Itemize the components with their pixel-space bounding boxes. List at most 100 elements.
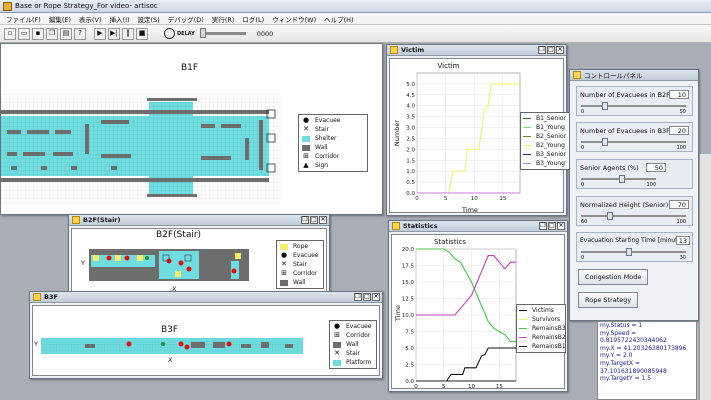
- pause-icon[interactable]: ‖: [122, 27, 134, 40]
- x-tick-label: 0: [414, 384, 418, 390]
- victim-window-title: Victim ❐ □ ✕: [387, 45, 566, 56]
- menu-run[interactable]: 実行(R): [208, 14, 239, 24]
- menu-help[interactable]: ヘルプ(H): [320, 14, 357, 24]
- menu-log[interactable]: ログ(L): [238, 14, 268, 24]
- console-line: my.Status = 1: [600, 322, 643, 329]
- step-icon[interactable]: ▶|: [108, 27, 120, 40]
- normalized-height-slider[interactable]: 60 100: [581, 212, 686, 225]
- legend-label: B2_Senior: [536, 133, 567, 140]
- save-icon[interactable]: ▪: [32, 27, 44, 40]
- restore-icon[interactable]: ❐: [539, 222, 547, 230]
- window-icon: [573, 71, 581, 79]
- close-icon[interactable]: ✕: [556, 46, 564, 54]
- restore-icon[interactable]: ❐: [354, 293, 362, 301]
- legend-label: Victims: [532, 307, 554, 314]
- copy-icon[interactable]: ❐: [46, 27, 58, 40]
- slider-value-field[interactable]: 50: [646, 163, 666, 172]
- console-output: my.Status = 1 my.Speed = 0.8195722430344…: [597, 321, 697, 400]
- rope-strategy-button[interactable]: Rope Strategy: [578, 292, 639, 308]
- legend-label: B3_Young: [536, 160, 565, 167]
- senior-agents-slider[interactable]: 0 100: [581, 175, 656, 188]
- legend-item: ⊞ Corridor: [334, 331, 371, 340]
- open-file-icon[interactable]: ▭: [18, 27, 30, 40]
- b3f-map: [41, 338, 303, 354]
- maximize-icon[interactable]: □: [547, 46, 555, 54]
- restore-icon[interactable]: ❐: [538, 46, 546, 54]
- b2f-legend: Rope ● Evacuee ✕ Stair ⊞ Corridor Wall: [276, 240, 324, 289]
- y-tick-label: 2.5: [405, 363, 414, 369]
- menu-edit[interactable]: 編集(E): [45, 14, 75, 24]
- new-file-icon[interactable]: ▫: [4, 27, 16, 40]
- legend-label: RemainsB1: [532, 343, 566, 350]
- b1f-title: B1F: [181, 63, 199, 73]
- b1f-legend: ● Evacuee ✕ Stair Shelter Wall ⊞ Corridor ▲…: [298, 114, 368, 172]
- y-tick-label: 10.0: [402, 313, 415, 319]
- slider-label: Normalized Height (Senior) (%): [580, 201, 682, 209]
- y-tick-label: 5.0: [405, 346, 414, 352]
- maximize-icon[interactable]: □: [310, 216, 318, 224]
- slider-value-field[interactable]: 70: [669, 200, 689, 209]
- legend-label: B3_Senior: [536, 151, 567, 158]
- legend-item: B1_Young: [523, 123, 567, 132]
- play-icon[interactable]: ▶: [94, 27, 106, 40]
- slider-group: Evacuation Starting Time [minutes] 13 0 3…: [576, 232, 693, 262]
- window-icon: [390, 46, 398, 54]
- victim-chart-panel: Victim 0.0 0.5 1.0 1.5 2.0 2.5 3.0 3.5 4.0 4.5 5.0…: [389, 58, 570, 214]
- close-icon[interactable]: ✕: [557, 222, 565, 230]
- help-icon[interactable]: ?: [74, 27, 86, 40]
- slider-value-field[interactable]: 20: [669, 126, 689, 135]
- evacuees-b3f-slider[interactable]: 0 100: [581, 138, 686, 151]
- menu-view[interactable]: 表示(V): [75, 14, 106, 24]
- b2f-map: [89, 249, 249, 281]
- stop-icon[interactable]: ■: [136, 27, 148, 40]
- legend-label: Sign: [315, 162, 329, 169]
- legend-item: ● Evacuee: [302, 116, 341, 125]
- evacuation-time-slider[interactable]: 0 30: [581, 248, 686, 261]
- legend-label: B2_Young: [536, 142, 565, 149]
- b3f-x-label: X: [168, 356, 173, 364]
- menu-insert[interactable]: 挿入(I): [106, 14, 134, 24]
- legend-label: RemainsB3: [532, 325, 566, 332]
- menu-window[interactable]: ウィンドウ(W): [268, 14, 320, 24]
- b3f-window: B3F ❐ □ ✕ B3F Y X ● Evacuee ⊞ Corridor Wall …: [29, 291, 383, 379]
- menu-settings[interactable]: 設定(S): [134, 14, 164, 24]
- legend-label: RemainsB2: [532, 334, 566, 341]
- legend-item: Victims: [519, 306, 563, 315]
- slider-group: Number of Evacuees in B2F 10 0 50: [576, 86, 693, 116]
- legend-label: Evacuee: [315, 117, 341, 124]
- legend-item: RemainsB3: [519, 324, 566, 333]
- menu-debug[interactable]: デバッグ(D): [164, 14, 208, 24]
- legend-label: Stair: [315, 126, 329, 133]
- statistics-window-title: Statistics ❐ □ ✕: [389, 221, 567, 232]
- menu-bar: ファイル(F) 編集(E) 表示(V) 挿入(I) 設定(S) デバッグ(D) …: [0, 13, 711, 25]
- slider-max: 100: [676, 145, 686, 151]
- b2f-title: B2F(Stair): [156, 230, 202, 240]
- window-title-text: B2F(Stair): [83, 216, 121, 224]
- evacuees-b2f-slider[interactable]: 0 50: [581, 102, 686, 115]
- close-icon[interactable]: ✕: [319, 216, 327, 224]
- speed-slider[interactable]: [199, 28, 246, 38]
- slider-value-field[interactable]: 13: [676, 236, 690, 245]
- y-tick-label: 4.5: [406, 93, 415, 99]
- b3f-y-label: Y: [34, 340, 38, 348]
- congestion-mode-button[interactable]: Congestion Mode: [578, 269, 649, 285]
- window-title-text: Statistics: [403, 222, 438, 230]
- slider-value-field[interactable]: 10: [669, 90, 689, 99]
- paste-icon[interactable]: ▤: [60, 27, 72, 40]
- legend-item: ⊞ Corridor: [281, 269, 318, 278]
- slider-min: 0: [581, 255, 585, 261]
- close-icon[interactable]: ✕: [372, 293, 380, 301]
- b2f-window: B2F(Stair) ❐ □ ✕ B2F(Stair) Y X Rope ● Evac…: [68, 214, 330, 300]
- maximize-icon[interactable]: □: [363, 293, 371, 301]
- restore-icon[interactable]: ❐: [301, 216, 309, 224]
- legend-label: Rope: [293, 243, 309, 250]
- b3f-title: B3F: [161, 325, 179, 335]
- slider-label: Number of Evacuees in B3F: [580, 127, 670, 135]
- console-line: my.Speed =: [600, 329, 637, 337]
- slider-min: 0: [581, 145, 585, 151]
- menu-file[interactable]: ファイル(F): [2, 14, 45, 24]
- slider-group: Senior Agents (%) 50 0 100: [576, 159, 693, 189]
- maximize-icon[interactable]: □: [548, 222, 556, 230]
- console-scrollbar[interactable]: [699, 154, 711, 400]
- slider-max: 100: [646, 182, 656, 188]
